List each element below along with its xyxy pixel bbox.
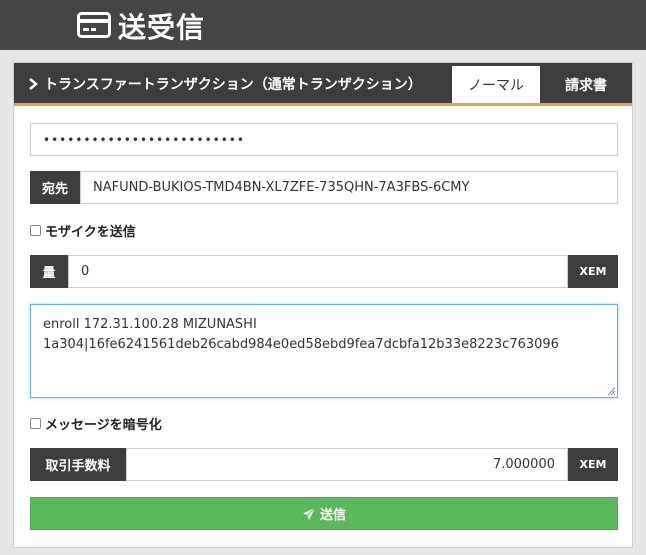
top-bar: 送受信 [0,0,646,50]
credit-card-icon [77,12,111,38]
mosaic-checkbox-label: モザイクを送信 [45,225,136,240]
amount-unit: XEM [568,255,618,288]
paper-plane-icon [302,507,316,520]
encrypt-checkbox[interactable] [30,418,41,429]
chevron-right-icon [29,78,38,90]
send-button-label: 送信 [319,508,346,523]
mosaic-checkbox-row[interactable]: モザイクを送信 [30,221,136,240]
fee-label: 取引手数料 [30,448,126,481]
message-line: enroll 172.31.100.28 MIZUNASHI [43,317,257,332]
message-line: 1a304|16fe6241561deb26cabd984e0ed58ebd9f… [43,337,559,352]
recipient-label: 宛先 [30,171,80,204]
send-button[interactable]: 送信 [30,497,618,530]
encrypt-checkbox-row[interactable]: メッセージを暗号化 [30,414,162,433]
panel-title: トランスファートランザクション（通常トランザクション） [44,77,422,93]
encrypt-checkbox-label: メッセージを暗号化 [45,418,162,433]
tab-normal[interactable]: ノーマル [452,66,540,103]
amount-label: 量 [30,255,68,288]
recipient-input[interactable]: NAFUND-BUKIOS-TMD4BN-XL7ZFE-735QHN-7A3FB… [80,171,618,204]
message-textarea[interactable]: enroll 172.31.100.28 MIZUNASHI 1a304|16f… [30,304,618,398]
amount-input[interactable]: 0 [68,255,568,288]
resize-handle-icon[interactable] [607,387,616,396]
panel-header: トランスファートランザクション（通常トランザクション） ノーマル 請求書 [14,63,632,106]
page-title: 送受信 [118,11,206,44]
transfer-panel: トランスファートランザクション（通常トランザクション） ノーマル 請求書 •••… [13,62,633,548]
tab-invoice[interactable]: 請求書 [540,66,632,103]
mosaic-checkbox[interactable] [30,225,41,236]
fee-unit: XEM [568,448,618,481]
password-input[interactable]: ••••••••••••••••••••••••• [30,123,618,156]
fee-input[interactable]: 7.000000 [126,448,568,481]
